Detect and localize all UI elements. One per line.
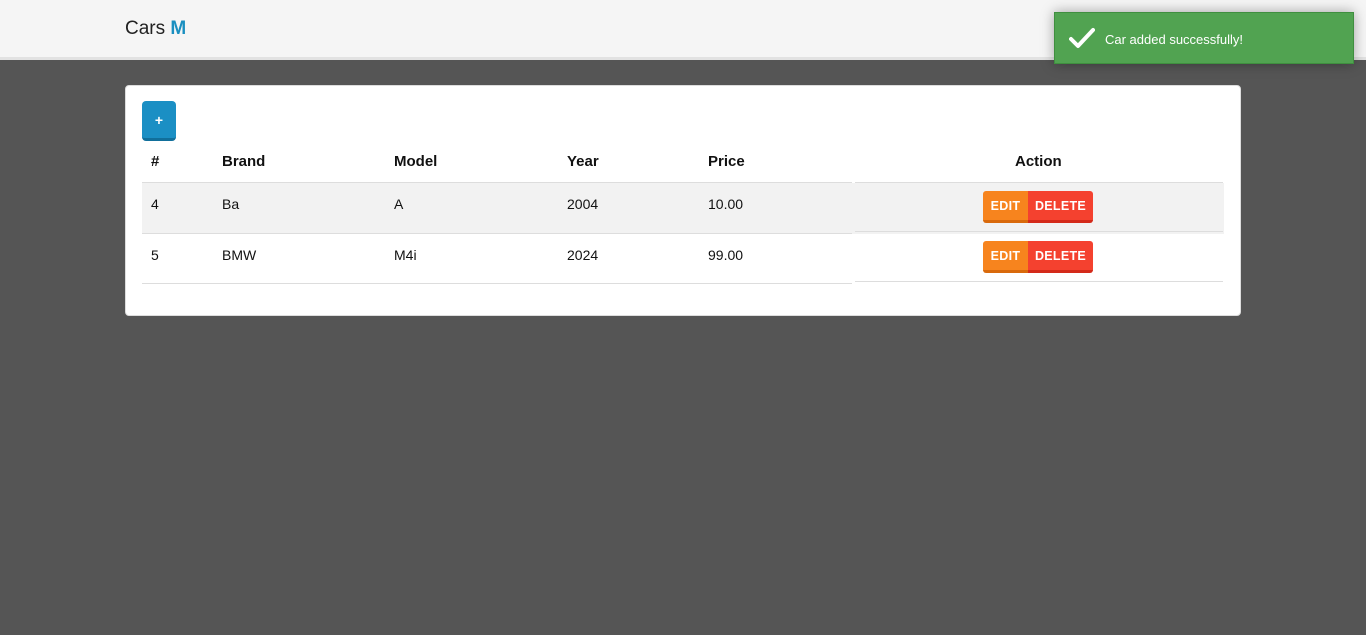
row-divider xyxy=(855,231,1223,232)
row-divider xyxy=(855,281,1223,282)
cell-id: 4 xyxy=(151,196,159,212)
header-price: Price xyxy=(708,153,745,170)
header-year: Year xyxy=(567,153,599,170)
header-model: Model xyxy=(394,153,438,170)
toast-message: Car added successfully! xyxy=(1105,32,1244,47)
success-toast[interactable]: Car added successfully! xyxy=(1054,12,1354,64)
cell-brand: BMW xyxy=(222,247,257,263)
delete-button[interactable]: DELETE xyxy=(1028,191,1093,223)
cell-brand: Ba xyxy=(222,196,240,212)
cars-card: + # Brand Model Year Price Action 4 Ba A… xyxy=(125,85,1241,316)
add-car-button[interactable]: + xyxy=(142,101,176,141)
cell-model: M4i xyxy=(394,247,417,263)
header-id: # xyxy=(151,153,160,170)
app-brand[interactable]: Cars M xyxy=(125,18,186,40)
cell-price: 99.00 xyxy=(708,247,744,263)
brand-text: Cars xyxy=(125,18,166,39)
cell-model: A xyxy=(394,196,404,212)
cell-price: 10.00 xyxy=(708,196,744,212)
edit-button[interactable]: EDIT xyxy=(983,241,1028,273)
edit-button[interactable]: EDIT xyxy=(983,191,1028,223)
check-icon xyxy=(1069,28,1095,48)
header-action: Action xyxy=(1015,153,1062,170)
delete-button[interactable]: DELETE xyxy=(1028,241,1093,273)
cell-year: 2024 xyxy=(567,247,599,263)
row-divider xyxy=(142,233,852,234)
cell-year: 2004 xyxy=(567,196,599,212)
brand-accent: M xyxy=(170,18,187,39)
cell-id: 5 xyxy=(151,247,159,263)
row-divider xyxy=(142,283,852,284)
header-brand: Brand xyxy=(222,153,266,170)
